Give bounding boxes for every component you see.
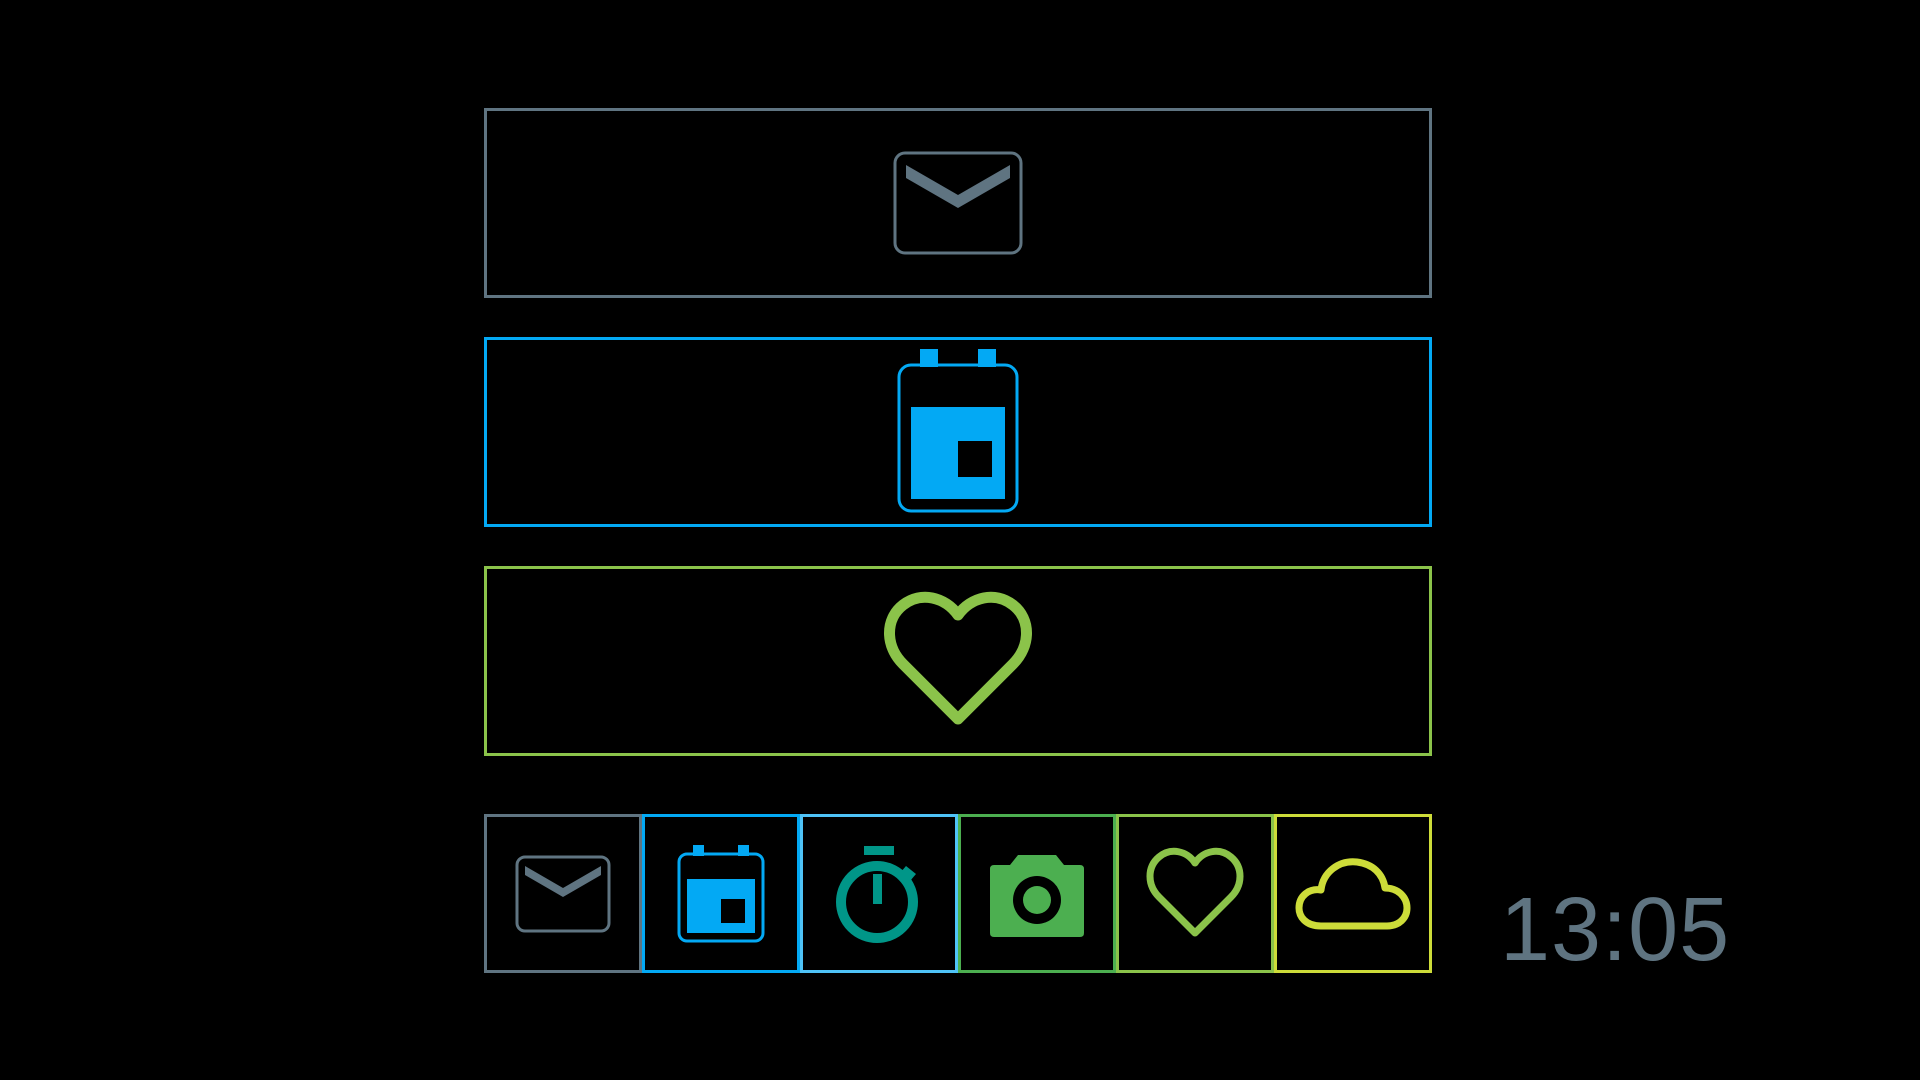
camera-icon [988,849,1086,939]
dock-weather-button[interactable] [1274,814,1432,973]
health-card[interactable] [484,566,1432,756]
calendar-card[interactable] [484,337,1432,527]
stopwatch-icon [834,844,924,944]
envelope-icon [892,150,1024,256]
calendar-icon [677,844,765,943]
cloud-icon [1295,856,1411,932]
heart-icon [883,591,1033,731]
dock-camera-button[interactable] [958,814,1116,973]
mail-card[interactable] [484,108,1432,298]
envelope-icon [515,855,611,933]
home-screen: 13:05 [0,0,1920,1080]
dock-health-button[interactable] [1116,814,1274,973]
dock-timer-button[interactable] [800,814,958,973]
dock-mail-button[interactable] [484,814,642,973]
app-dock [484,814,1432,973]
heart-icon [1145,847,1245,941]
calendar-icon [896,349,1020,515]
dock-calendar-button[interactable] [642,814,800,973]
clock-time: 13:05 [1500,880,1731,980]
